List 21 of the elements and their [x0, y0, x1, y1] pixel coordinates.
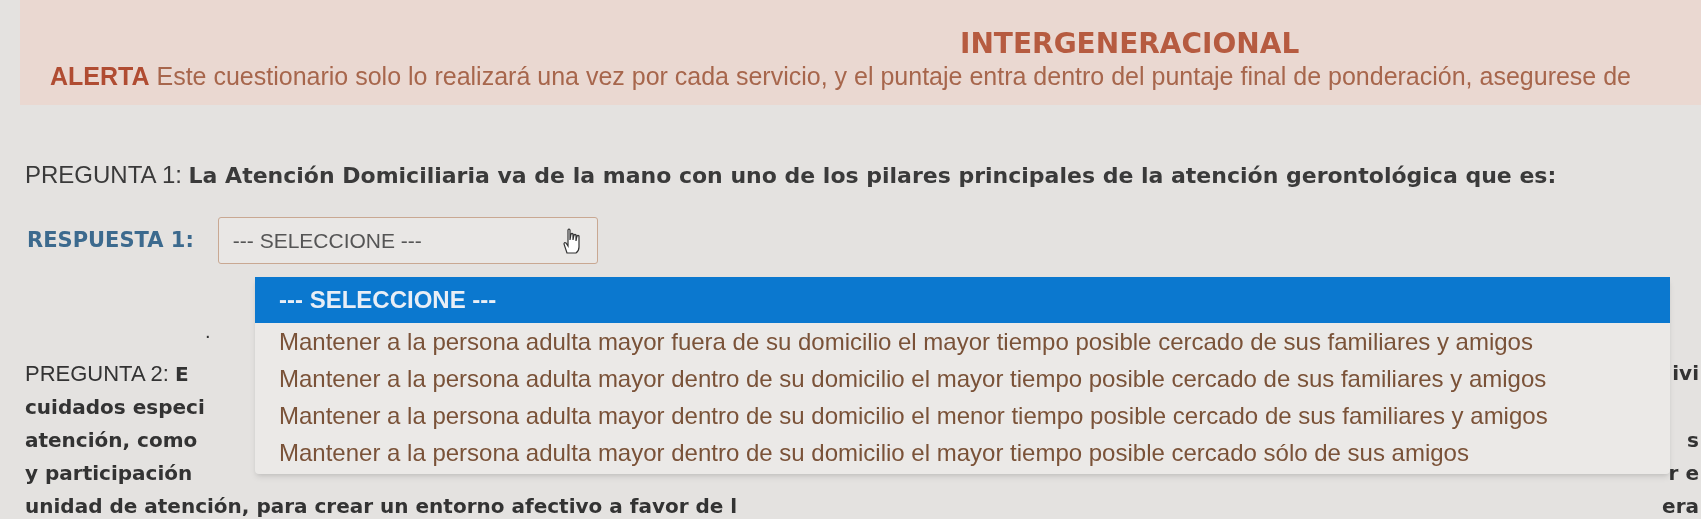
- dropdown-option[interactable]: Mantener a la persona adulta mayor dentro de su domicilio el mayor tiempo posible cercado de sus familiares y amigos: [255, 360, 1670, 397]
- question-text: ivi: [1672, 360, 1699, 387]
- question-text: atención, como: [25, 427, 198, 454]
- question-text: s: [1687, 427, 1699, 454]
- alert-title: INTERGENERACIONAL: [960, 28, 1300, 60]
- select-field[interactable]: --- SELECCIONE ---: [217, 217, 598, 264]
- question-text: era: [1662, 493, 1699, 519]
- dropdown-option[interactable]: --- SELECCIONE ---: [255, 277, 1670, 323]
- question-text: r e: [1668, 460, 1699, 487]
- hand-cursor-icon: [560, 226, 583, 255]
- dropdown-option[interactable]: Mantener a la persona adulta mayor dentro de su domicilio el mayor tiempo posible cercado sólo de sus amigos: [255, 434, 1670, 471]
- dropdown-option[interactable]: Mantener a la persona adulta mayor dentro de su domicilio el menor tiempo posible cercado de sus familiares y amigos: [255, 397, 1670, 434]
- question-text: unidad de atención, para crear un entorno afectivo a favor de l: [25, 493, 738, 519]
- dropdown-option[interactable]: Mantener a la persona adulta mayor fuera de su domicilio el mayor tiempo posible cercado de sus familiares y amigos: [255, 323, 1670, 360]
- bullet-text: .: [205, 321, 211, 341]
- question-text: PREGUNTA 2: E: [25, 360, 189, 388]
- question-text: PREGUNTA 1: La Atención Domiciliaria va de la mano con uno de los pilares principales de la atención gerontológica que es:: [25, 160, 1557, 190]
- alert-message: ALERTA Este cuestionario solo lo realizará una vez por cada servicio, y el puntaje entra dentro del puntaje final de ponderación, asegurese de: [50, 61, 1631, 92]
- question-text: cuidados especi: [25, 394, 205, 421]
- question-text: y participación: [25, 460, 193, 487]
- answer-label: RESPUESTA 1:: [27, 226, 194, 254]
